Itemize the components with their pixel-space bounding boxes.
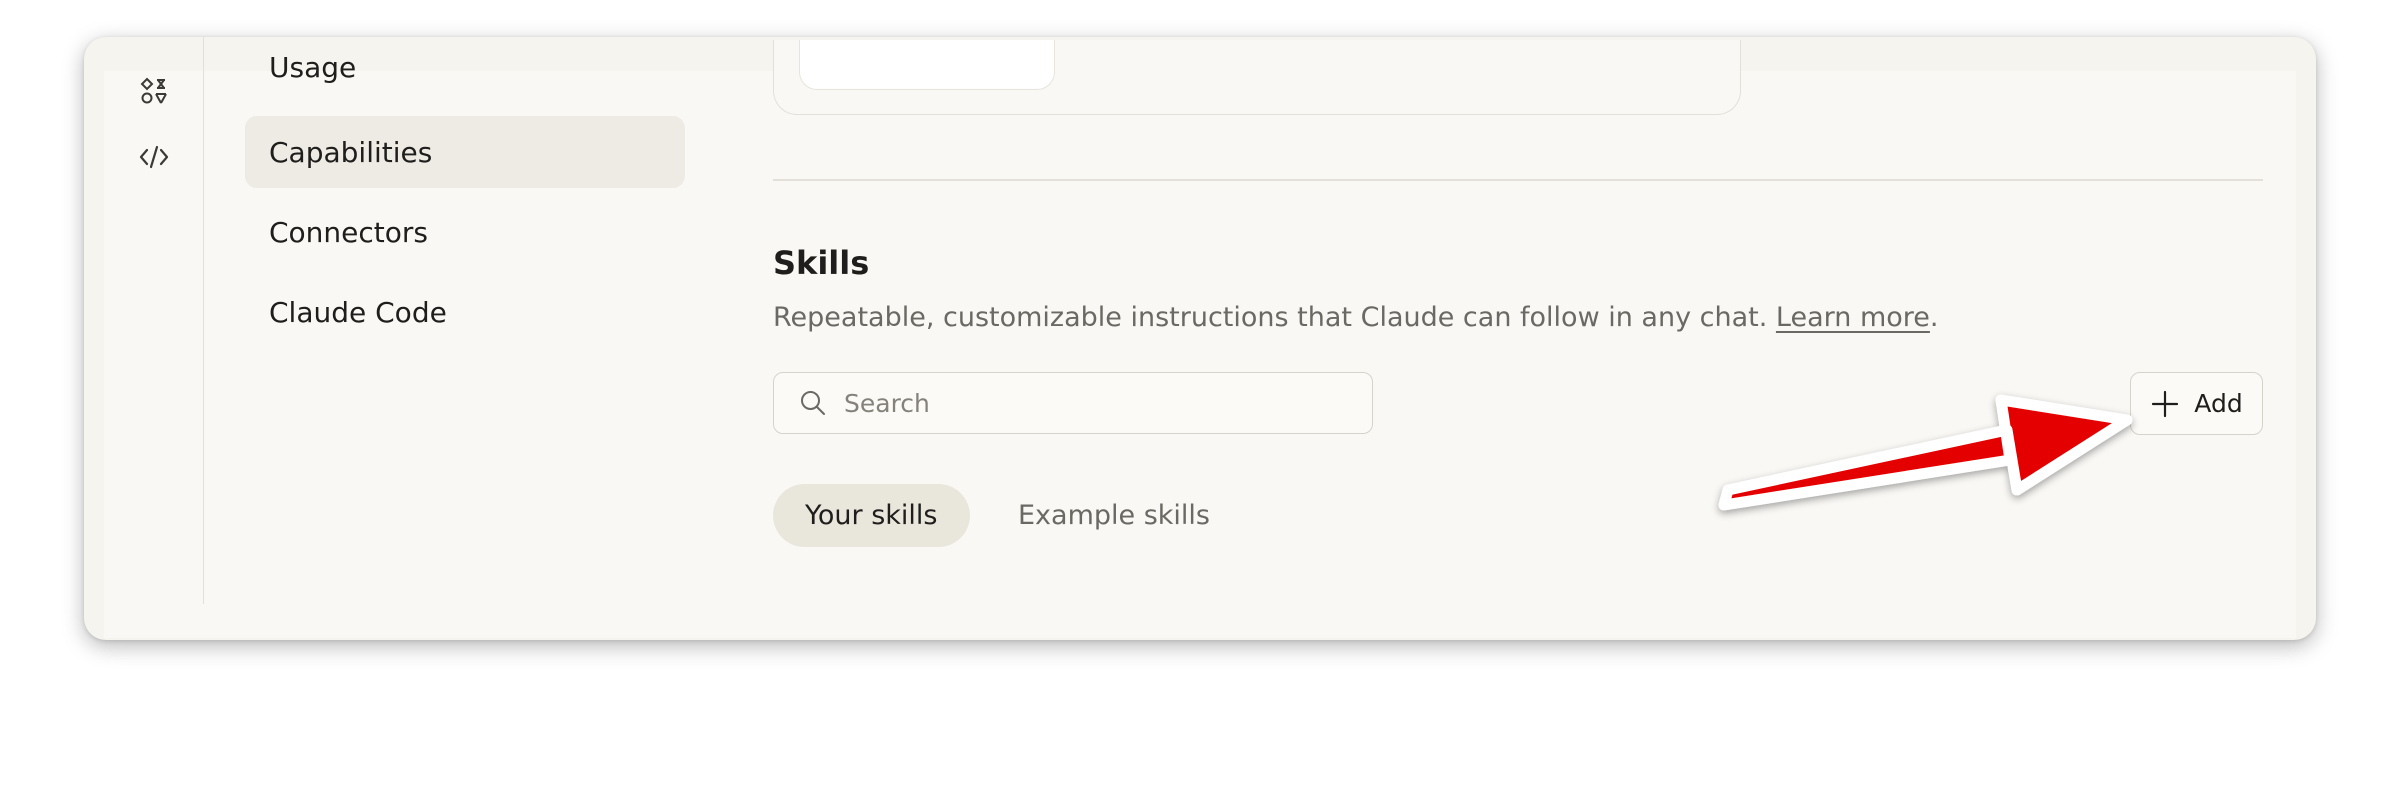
code-icon[interactable]: [134, 137, 174, 177]
nav-item-claude-code[interactable]: Claude Code: [245, 276, 685, 348]
plus-icon: [2152, 390, 2179, 417]
tab-label: Example skills: [1018, 500, 1210, 531]
nav-item-label: Connectors: [269, 215, 429, 249]
tab-your-skills[interactable]: Your skills: [773, 484, 970, 547]
previous-section-control[interactable]: [799, 40, 1055, 90]
skills-description-text: Repeatable, customizable instructions th…: [773, 302, 1768, 333]
add-skill-button[interactable]: Add: [2130, 372, 2263, 435]
tab-label: Your skills: [805, 500, 938, 531]
nav-item-connectors[interactable]: Connectors: [245, 196, 685, 268]
search-input[interactable]: [844, 388, 1364, 418]
skills-description-end: .: [1929, 302, 1939, 333]
search-icon: [801, 391, 825, 415]
nav-item-capabilities[interactable]: Capabilities: [245, 116, 685, 188]
add-button-label: Add: [2194, 389, 2243, 418]
skills-description: Repeatable, customizable instructions th…: [773, 302, 1939, 333]
nav-item-label: Claude Code: [269, 295, 447, 329]
nav-item-usage[interactable]: Usage: [245, 46, 685, 86]
nav-item-label: Capabilities: [269, 135, 433, 169]
rail-divider: [203, 36, 204, 604]
skills-search[interactable]: [773, 372, 1373, 434]
learn-more-link[interactable]: Learn more: [1776, 302, 1930, 333]
skills-heading: Skills: [773, 244, 870, 282]
tab-example-skills[interactable]: Example skills: [986, 484, 1242, 547]
nav-item-label: Usage: [269, 51, 357, 84]
apps-icon[interactable]: [134, 72, 174, 112]
section-divider: [773, 179, 2263, 181]
